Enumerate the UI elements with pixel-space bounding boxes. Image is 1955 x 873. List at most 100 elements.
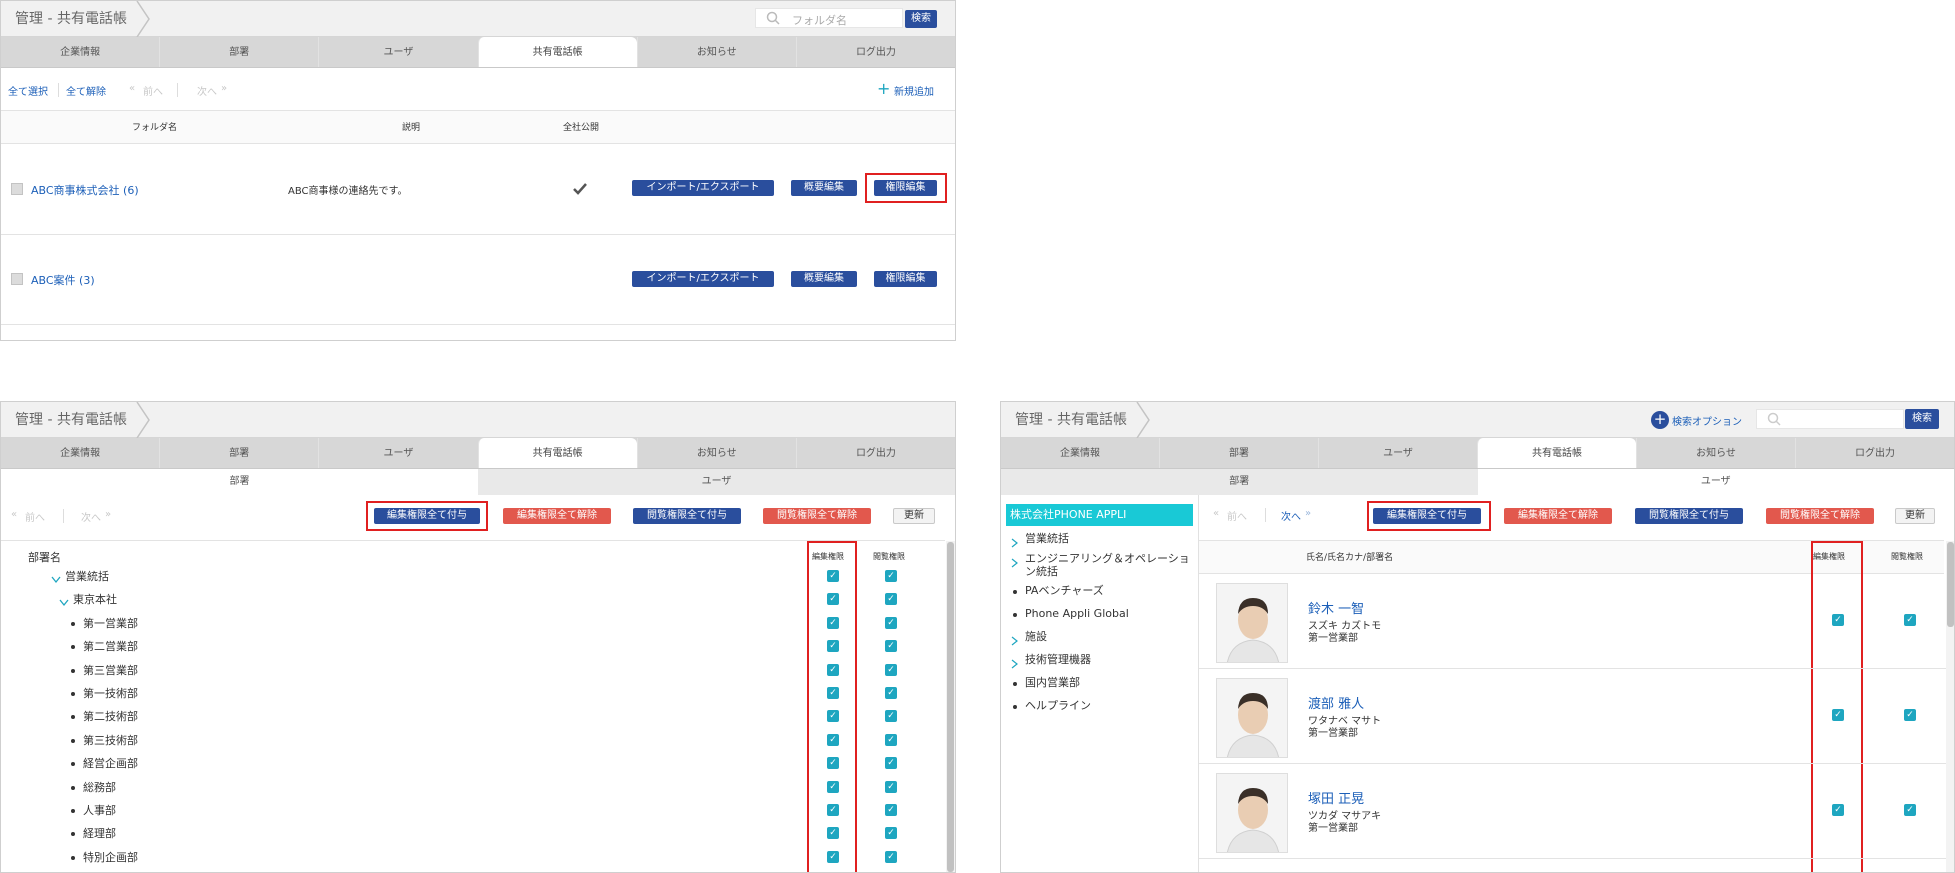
search-options-link[interactable]: 検索オプション — [1672, 413, 1742, 428]
revoke-view-all-button[interactable]: 閲覧権限全て解除 — [763, 508, 871, 524]
scrollbar-thumb[interactable] — [1947, 542, 1954, 627]
edit-permission-checkbox[interactable]: ✓ — [827, 804, 839, 816]
user-name[interactable]: 鈴木 一智 — [1308, 598, 1364, 617]
next-link[interactable]: 次へ — [197, 83, 217, 98]
tab-company[interactable]: 企業情報 — [1, 438, 159, 468]
user-name[interactable]: 塚田 正晃 — [1308, 788, 1364, 807]
chevron-down-icon[interactable] — [51, 569, 61, 588]
sidebar-item[interactable]: 技術管理機器 — [1001, 651, 1193, 671]
prev-link[interactable]: 前へ — [25, 509, 45, 524]
scrollbar-thumb[interactable] — [947, 542, 954, 872]
view-permission-checkbox[interactable]: ✓ — [885, 570, 897, 582]
permission-edit-button[interactable]: 権限編集 — [874, 180, 937, 196]
edit-permission-checkbox[interactable]: ✓ — [827, 827, 839, 840]
edit-permission-checkbox[interactable]: ✓ — [1832, 804, 1844, 816]
subtab-departments[interactable]: 部署 — [1001, 469, 1478, 495]
view-permission-checkbox[interactable]: ✓ — [885, 710, 897, 723]
tab-company[interactable]: 企業情報 — [1, 37, 159, 67]
grant-view-all-button[interactable]: 閲覧権限全て付与 — [1635, 508, 1743, 524]
row-checkbox[interactable] — [11, 183, 23, 195]
tab-shared-phonebook[interactable]: 共有電話帳 — [477, 438, 637, 468]
refresh-button[interactable]: 更新 — [893, 508, 935, 524]
tab-departments[interactable]: 部署 — [1159, 438, 1318, 468]
tab-departments[interactable]: 部署 — [159, 438, 318, 468]
add-new-link[interactable]: 新規追加 — [894, 83, 934, 98]
import-export-button[interactable]: インポート/エクスポート — [632, 271, 774, 287]
edit-permission-checkbox[interactable]: ✓ — [827, 593, 839, 606]
next-link[interactable]: 次へ — [1281, 508, 1301, 523]
edit-permission-checkbox[interactable]: ✓ — [1832, 614, 1844, 626]
tab-log-export[interactable]: ログ出力 — [795, 438, 955, 468]
edit-permission-checkbox[interactable]: ✓ — [827, 687, 839, 699]
sidebar-item[interactable]: 国内営業部 — [1001, 674, 1193, 694]
tab-users[interactable]: ユーザ — [318, 438, 477, 468]
tab-users[interactable]: ユーザ — [318, 37, 477, 67]
tab-users[interactable]: ユーザ — [1318, 438, 1477, 468]
edit-permission-checkbox[interactable]: ✓ — [827, 850, 839, 863]
refresh-button[interactable]: 更新 — [1895, 508, 1935, 524]
edit-permission-checkbox[interactable]: ✓ — [827, 640, 839, 653]
user-name[interactable]: 渡部 雅人 — [1308, 693, 1364, 712]
view-permission-checkbox[interactable]: ✓ — [885, 850, 897, 863]
sidebar-item[interactable]: Phone Appli Global — [1001, 605, 1193, 625]
tab-log-export[interactable]: ログ出力 — [1795, 438, 1954, 468]
import-export-button[interactable]: インポート/エクスポート — [632, 180, 774, 196]
search-button[interactable]: 検索 — [905, 10, 937, 28]
view-permission-checkbox[interactable]: ✓ — [885, 827, 897, 840]
revoke-edit-all-button[interactable]: 編集権限全て解除 — [503, 508, 611, 524]
tab-notices[interactable]: お知らせ — [1636, 438, 1795, 468]
sidebar-item[interactable]: 営業統括 — [1001, 530, 1193, 550]
search-button[interactable]: 検索 — [1905, 409, 1939, 429]
view-permission-checkbox[interactable]: ✓ — [885, 663, 897, 676]
view-permission-checkbox[interactable]: ✓ — [885, 593, 897, 606]
tab-shared-phonebook[interactable]: 共有電話帳 — [1477, 438, 1636, 468]
grant-edit-all-button[interactable]: 編集権限全て付与 — [374, 508, 480, 524]
tab-departments[interactable]: 部署 — [159, 37, 318, 67]
folder-link[interactable]: ABC案件 (3) — [31, 272, 95, 288]
view-permission-checkbox[interactable]: ✓ — [885, 780, 897, 793]
view-permission-checkbox[interactable]: ✓ — [1904, 614, 1916, 626]
grant-edit-all-button[interactable]: 編集権限全て付与 — [1373, 508, 1481, 524]
permission-edit-button[interactable]: 権限編集 — [874, 271, 937, 287]
edit-permission-checkbox[interactable]: ✓ — [827, 710, 839, 723]
summary-edit-button[interactable]: 概要編集 — [791, 271, 857, 287]
sidebar-item[interactable]: PAベンチャーズ — [1001, 582, 1193, 602]
tab-company[interactable]: 企業情報 — [1001, 438, 1159, 468]
tab-shared-phonebook[interactable]: 共有電話帳 — [477, 37, 637, 67]
row-checkbox[interactable] — [11, 273, 23, 285]
view-permission-checkbox[interactable]: ✓ — [885, 616, 897, 629]
prev-link[interactable]: 前へ — [1227, 508, 1247, 523]
grant-view-all-button[interactable]: 閲覧権限全て付与 — [633, 508, 741, 524]
edit-permission-checkbox[interactable]: ✓ — [827, 663, 839, 676]
view-permission-checkbox[interactable]: ✓ — [885, 640, 897, 653]
folder-link[interactable]: ABC商事株式会社 (6) — [31, 182, 139, 198]
edit-permission-checkbox[interactable]: ✓ — [827, 757, 839, 770]
view-permission-checkbox[interactable]: ✓ — [885, 733, 897, 746]
edit-permission-checkbox[interactable]: ✓ — [827, 570, 839, 582]
folder-search-input[interactable]: フォルダ名 — [755, 8, 903, 28]
summary-edit-button[interactable]: 概要編集 — [791, 180, 857, 196]
company-node[interactable]: 株式会社PHONE APPLI — [1006, 504, 1193, 526]
prev-link[interactable]: 前へ — [143, 83, 163, 98]
edit-permission-checkbox[interactable]: ✓ — [827, 733, 839, 746]
sidebar-item[interactable]: 施設 — [1001, 628, 1193, 648]
select-all-link[interactable]: 全て選択 — [8, 83, 48, 98]
edit-permission-checkbox[interactable]: ✓ — [827, 616, 839, 629]
revoke-view-all-button[interactable]: 閲覧権限全て解除 — [1766, 508, 1874, 524]
search-options-icon[interactable]: + — [1651, 411, 1669, 429]
sidebar-item[interactable]: エンジニアリング＆オペレーション統括 — [1001, 550, 1193, 578]
view-permission-checkbox[interactable]: ✓ — [885, 804, 897, 816]
tab-notices[interactable]: お知らせ — [636, 37, 796, 67]
view-permission-checkbox[interactable]: ✓ — [885, 687, 897, 699]
chevron-down-icon[interactable] — [59, 592, 69, 611]
user-search-input[interactable] — [1756, 409, 1904, 429]
subtab-users[interactable]: ユーザ — [1477, 469, 1954, 495]
sidebar-item[interactable]: ヘルプライン — [1001, 697, 1193, 717]
deselect-all-link[interactable]: 全て解除 — [66, 83, 106, 98]
tab-notices[interactable]: お知らせ — [636, 438, 796, 468]
next-link[interactable]: 次へ — [81, 509, 101, 524]
tab-log-export[interactable]: ログ出力 — [795, 37, 955, 67]
view-permission-checkbox[interactable]: ✓ — [1904, 804, 1916, 816]
subtab-departments[interactable]: 部署 — [1, 469, 478, 495]
view-permission-checkbox[interactable]: ✓ — [1904, 709, 1916, 721]
